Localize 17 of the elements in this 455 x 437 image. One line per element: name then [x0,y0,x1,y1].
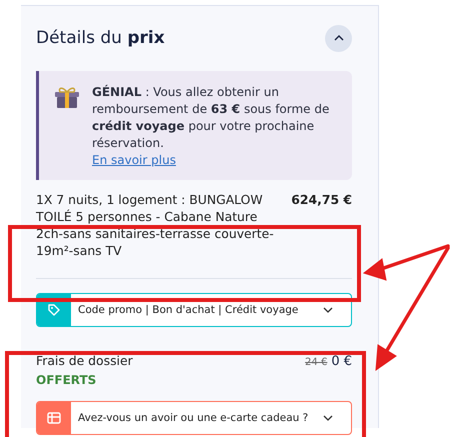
dropdown[interactable]: Avez-vous un avoir ou une e-carte cadeau ? [36,401,352,435]
chevron-icon [323,415,333,421]
gift-icon [54,85,80,109]
tag-icon [47,303,61,317]
item-description: 1X 7 nuits, 1 logement : BUNGALOW TOILÉ 5 personnes - Cabane Nature 2ch-sans sanitaires-terrasse couverte-19m²-sans TV [36,191,275,259]
card-icon [47,412,61,424]
section-title: Détails du prix [36,28,165,48]
refund-message: GÉNIAL : Vous allez obtenir un remboursement de 63 € sous forme de crédit voyage pour votre prochaine réservation. [92,84,330,152]
fee-price: 0 € [331,354,352,369]
old-price: 24 € [305,357,328,368]
fee-label: Frais de dossier [36,353,133,368]
caret-icon [334,35,344,41]
item-price: 624,75 € [291,191,352,209]
collapse-button[interactable] [325,24,352,52]
learn-more-link[interactable]: En savoir plus [92,152,176,169]
offered-label: OFFERTS [36,373,96,387]
chevron-icon [323,307,333,313]
